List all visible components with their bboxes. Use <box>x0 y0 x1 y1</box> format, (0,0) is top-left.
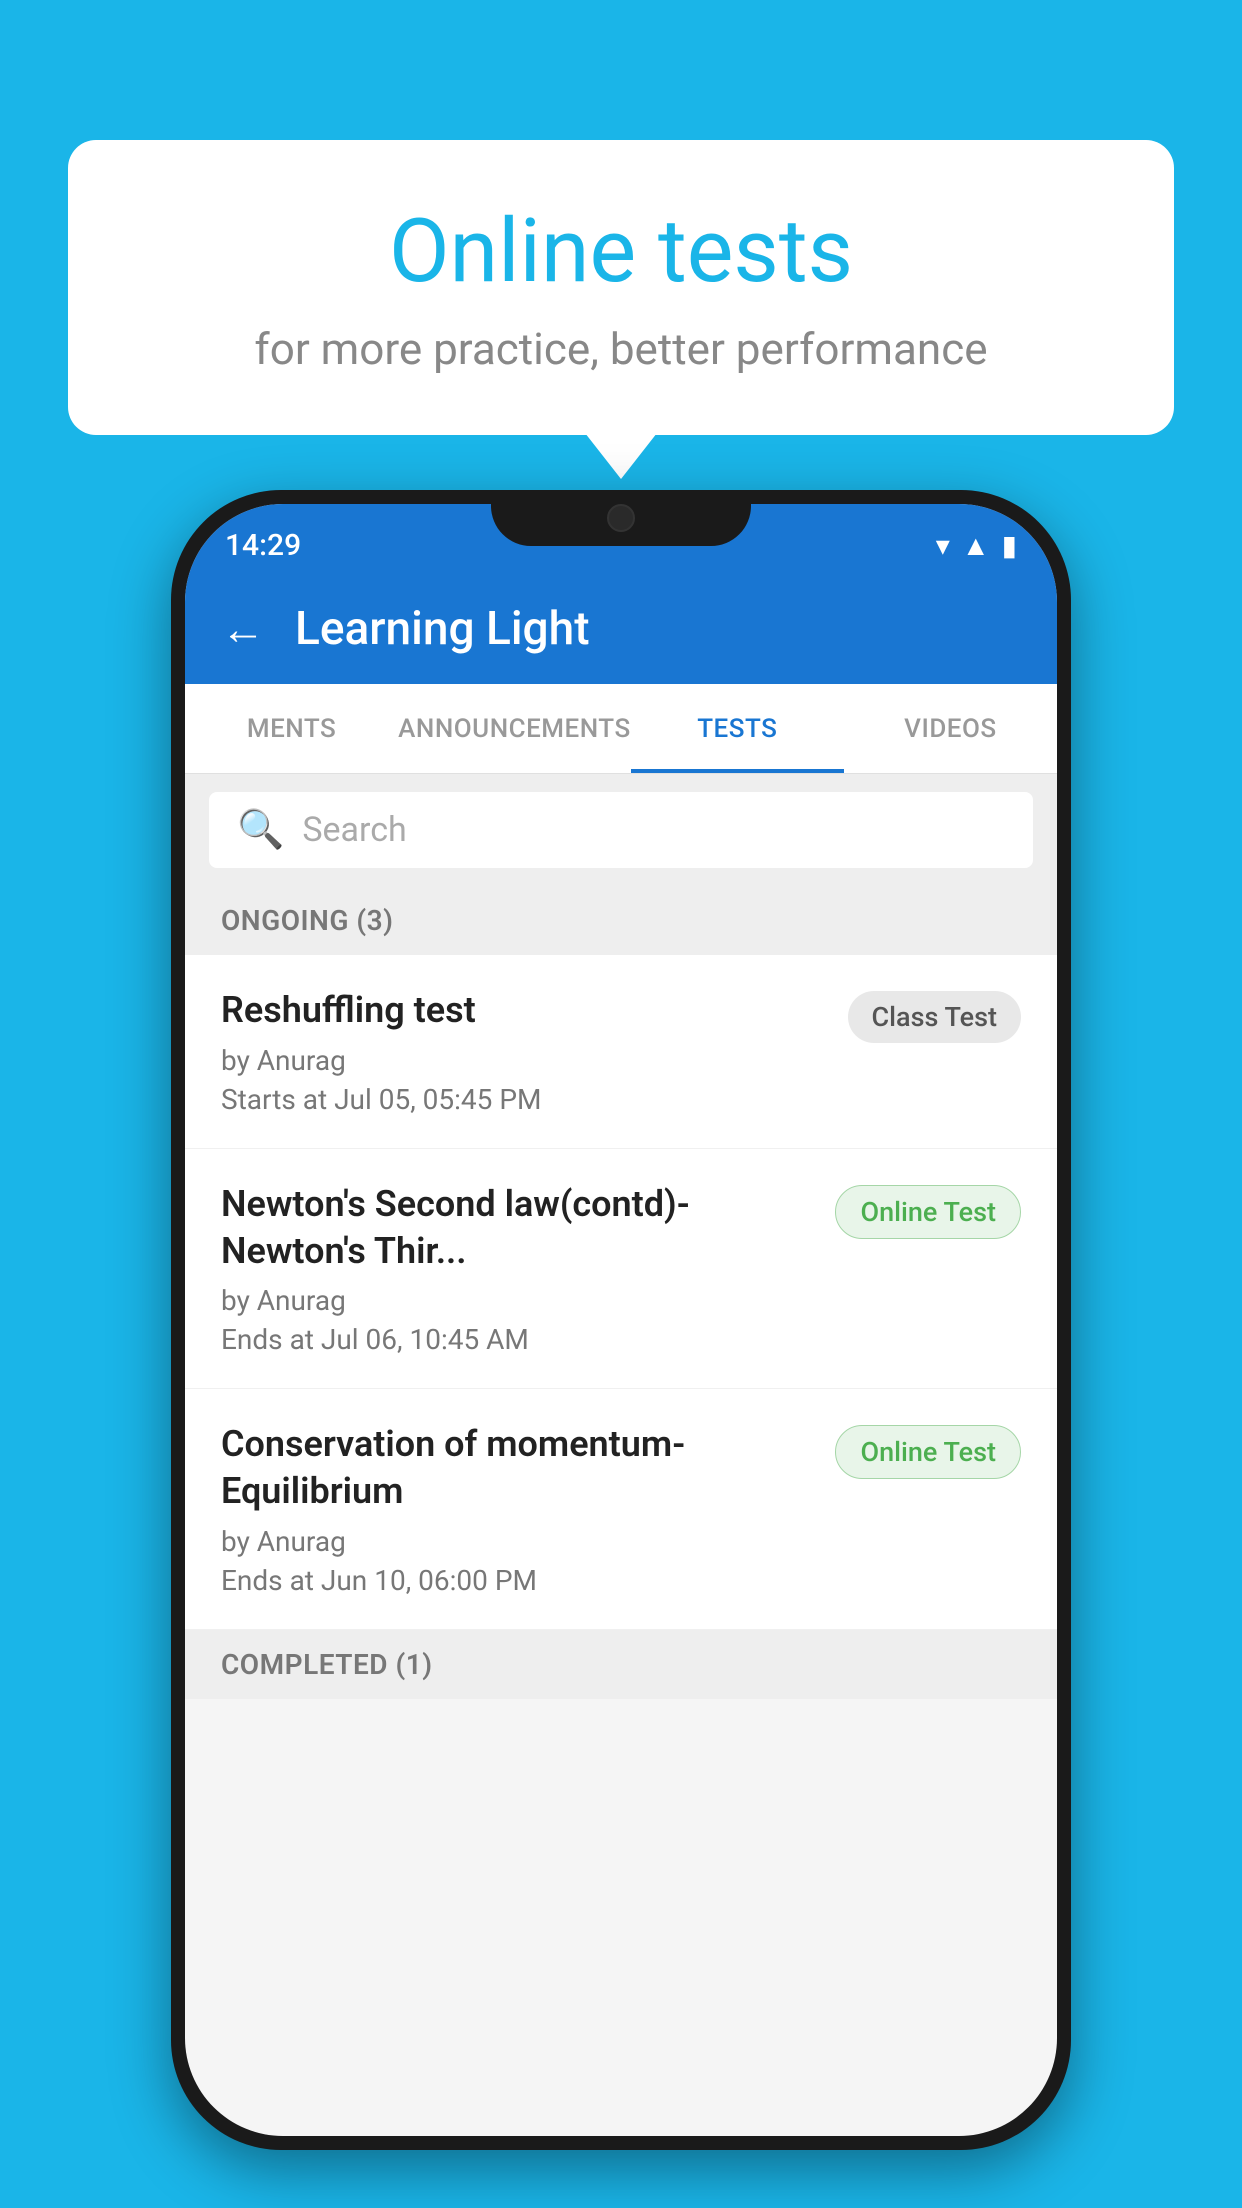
test-item-conservation[interactable]: Conservation of momentum-Equilibrium by … <box>185 1389 1057 1630</box>
test-item-newtons[interactable]: Newton's Second law(contd)-Newton's Thir… <box>185 1149 1057 1390</box>
search-container: 🔍 Search <box>185 774 1057 886</box>
phone-mockup: 14:29 ▾ ▲ ▮ ← Learning Light MENTS ANNOU… <box>171 490 1071 2150</box>
search-placeholder: Search <box>302 810 406 850</box>
phone-notch <box>491 490 751 546</box>
status-time: 14:29 <box>225 528 301 563</box>
test-info-reshuffling: Reshuffling test by Anurag Starts at Jul… <box>221 987 828 1116</box>
test-info-newtons: Newton's Second law(contd)-Newton's Thir… <box>221 1181 815 1357</box>
test-author-newtons: by Anurag <box>221 1284 815 1317</box>
test-info-conservation: Conservation of momentum-Equilibrium by … <box>221 1421 815 1597</box>
test-time-conservation: Ends at Jun 10, 06:00 PM <box>221 1564 815 1597</box>
completed-label: COMPLETED (1) <box>221 1648 433 1681</box>
wifi-icon: ▾ <box>936 529 950 562</box>
test-badge-newtons: Online Test <box>835 1185 1021 1239</box>
bubble-title: Online tests <box>148 200 1094 303</box>
app-title: Learning Light <box>295 602 590 656</box>
test-badge-reshuffling: Class Test <box>848 991 1022 1043</box>
test-author-conservation: by Anurag <box>221 1525 815 1558</box>
test-name-reshuffling: Reshuffling test <box>221 987 828 1034</box>
tab-videos[interactable]: VIDEOS <box>844 684 1057 773</box>
ongoing-label: ONGOING (3) <box>221 904 393 937</box>
app-bar: ← Learning Light <box>185 574 1057 684</box>
test-time-reshuffling: Starts at Jul 05, 05:45 PM <box>221 1083 828 1116</box>
search-bar[interactable]: 🔍 Search <box>209 792 1033 868</box>
test-item-reshuffling[interactable]: Reshuffling test by Anurag Starts at Jul… <box>185 955 1057 1149</box>
tab-bar: MENTS ANNOUNCEMENTS TESTS VIDEOS <box>185 684 1057 774</box>
test-author-reshuffling: by Anurag <box>221 1044 828 1077</box>
signal-icon: ▲ <box>962 529 990 562</box>
phone-screen: 14:29 ▾ ▲ ▮ ← Learning Light MENTS ANNOU… <box>185 504 1057 2136</box>
battery-icon: ▮ <box>1002 529 1017 562</box>
promo-bubble: Online tests for more practice, better p… <box>68 140 1174 435</box>
test-time-newtons: Ends at Jul 06, 10:45 AM <box>221 1323 815 1356</box>
status-icons: ▾ ▲ ▮ <box>936 529 1017 562</box>
bubble-card: Online tests for more practice, better p… <box>68 140 1174 435</box>
test-badge-conservation: Online Test <box>835 1425 1021 1479</box>
tab-ments[interactable]: MENTS <box>185 684 398 773</box>
ongoing-section-header: ONGOING (3) <box>185 886 1057 955</box>
phone-frame: 14:29 ▾ ▲ ▮ ← Learning Light MENTS ANNOU… <box>171 490 1071 2150</box>
back-button[interactable]: ← <box>221 603 265 655</box>
bubble-subtitle: for more practice, better performance <box>148 323 1094 375</box>
tab-announcements[interactable]: ANNOUNCEMENTS <box>398 684 631 773</box>
test-name-conservation: Conservation of momentum-Equilibrium <box>221 1421 815 1515</box>
completed-section-header: COMPLETED (1) <box>185 1630 1057 1699</box>
test-name-newtons: Newton's Second law(contd)-Newton's Thir… <box>221 1181 815 1275</box>
camera <box>607 504 635 532</box>
test-list: Reshuffling test by Anurag Starts at Jul… <box>185 955 1057 1630</box>
search-icon: 🔍 <box>237 808 284 852</box>
tab-tests[interactable]: TESTS <box>631 684 844 773</box>
